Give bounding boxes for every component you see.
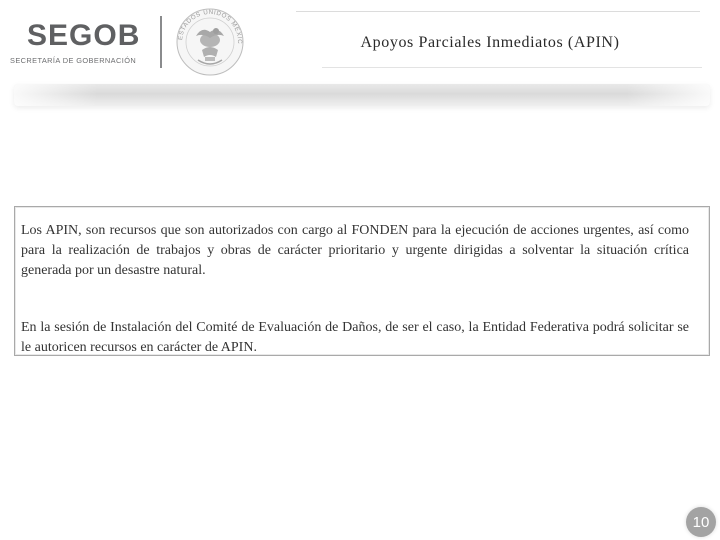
slide: SEGOB SECRETARÍA DE GOBERNACIÓN ESTADOS … — [0, 0, 720, 540]
title-underline — [322, 67, 702, 68]
mexican-coat-of-arms-icon: ESTADOS UNIDOS MEXICANOS — [172, 2, 244, 76]
page-number-badge: 10 — [686, 507, 716, 537]
header-shadow-band-fade — [14, 84, 710, 106]
page-title: Apoyos Parciales Inmediatos (APIN) — [360, 34, 620, 51]
paragraph-apin-definition: Los APIN, son recursos que son autorizad… — [21, 223, 689, 278]
logo-divider — [160, 16, 162, 68]
segob-logo: SEGOB SECRETARÍA DE GOBERNACIÓN — [10, 18, 150, 68]
header: SEGOB SECRETARÍA DE GOBERNACIÓN ESTADOS … — [0, 0, 720, 82]
logo-wordmark: SEGOB — [27, 19, 141, 52]
header-top-rule — [296, 11, 700, 12]
logo-subtitle: SECRETARÍA DE GOBERNACIÓN — [10, 56, 137, 65]
paragraph-apin-request: En la sesión de Instalación del Comité d… — [21, 320, 689, 355]
